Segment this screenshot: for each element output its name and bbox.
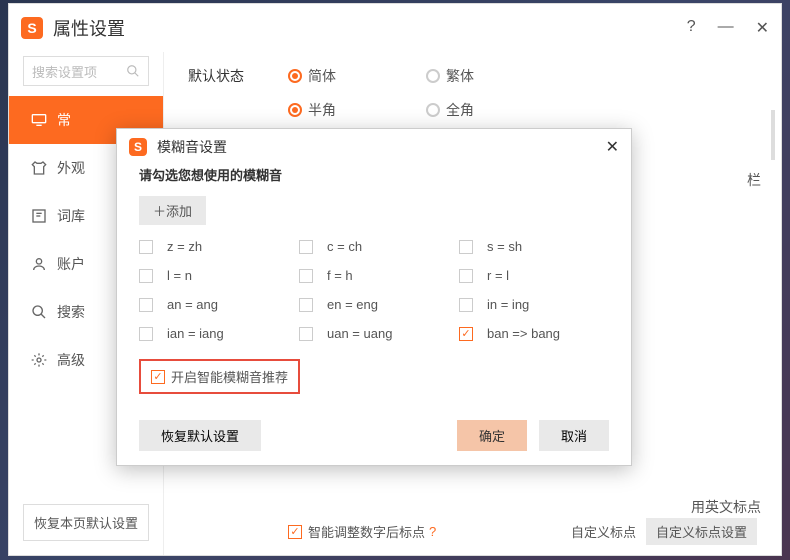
dialog-instruction: 请勾选您想使用的模糊音	[139, 165, 609, 184]
smart-recommend-checkbox[interactable]: ✓ 开启智能模糊音推荐	[139, 359, 300, 394]
fuzzy-item-label: l = n	[167, 268, 192, 283]
restore-defaults-button[interactable]: 恢复默认设置	[139, 420, 261, 451]
smart-recommend-label: 开启智能模糊音推荐	[171, 367, 288, 386]
fuzzy-item[interactable]: l = n	[139, 268, 289, 283]
dialog-close-button[interactable]: ✕	[606, 137, 619, 157]
radio-halfwidth[interactable]: 半角	[288, 100, 336, 120]
fuzzy-item-label: f = h	[327, 268, 353, 283]
fuzzy-pinyin-dialog: S 模糊音设置 ✕ 请勾选您想使用的模糊音 ＋添加 z = zh c = ch s …	[116, 128, 632, 466]
custom-punct-button[interactable]: 自定义标点设置	[646, 518, 757, 545]
language-bar-suffix: 栏	[747, 170, 761, 190]
titlebar: S 属性设置 ? — ✕	[9, 4, 781, 52]
search-input[interactable]: 搜索设置项	[23, 56, 149, 86]
checkbox-icon	[459, 269, 473, 283]
app-logo-icon: S	[21, 17, 43, 39]
fuzzy-grid: z = zh c = ch s = sh l = n f = h r = l an = an…	[139, 239, 609, 341]
fuzzy-item-label: ian = iang	[167, 326, 224, 341]
fuzzy-item-label: s = sh	[487, 239, 522, 254]
fuzzy-item[interactable]: r = l	[459, 268, 609, 283]
fuzzy-item-label: in = ing	[487, 297, 529, 312]
fuzzy-item[interactable]: z = zh	[139, 239, 289, 254]
sidebar-item-label: 搜索	[57, 302, 85, 322]
sidebar-item-label: 账户	[57, 254, 85, 274]
user-icon	[31, 256, 47, 272]
scrollbar[interactable]	[771, 110, 775, 160]
fuzzy-item-label: uan = uang	[327, 326, 392, 341]
checkbox-icon	[299, 240, 313, 254]
help-icon[interactable]: ?	[429, 524, 436, 539]
gear-icon	[31, 352, 47, 368]
checkbox-icon	[459, 240, 473, 254]
fuzzy-item[interactable]: ian = iang	[139, 326, 289, 341]
help-button[interactable]: ?	[687, 18, 696, 38]
dictionary-icon	[31, 208, 47, 224]
fuzzy-item-label: en = eng	[327, 297, 378, 312]
monitor-icon	[31, 112, 47, 128]
search-icon	[126, 64, 140, 78]
checkbox-icon	[299, 269, 313, 283]
sidebar-item-label: 常	[57, 110, 71, 130]
fuzzy-item-label: an = ang	[167, 297, 218, 312]
english-punct-suffix: 用英文标点	[691, 497, 761, 517]
shirt-icon	[31, 160, 47, 176]
checkbox-icon	[139, 327, 153, 341]
checkbox-icon	[139, 298, 153, 312]
fuzzy-item[interactable]: uan = uang	[299, 326, 449, 341]
ok-button[interactable]: 确定	[457, 420, 527, 451]
app-logo-icon: S	[129, 138, 147, 156]
checkbox-icon	[459, 298, 473, 312]
fuzzy-item[interactable]: en = eng	[299, 297, 449, 312]
checkbox-icon	[299, 327, 313, 341]
search-placeholder: 搜索设置项	[32, 62, 97, 81]
checkbox-icon	[299, 298, 313, 312]
radio-traditional[interactable]: 繁体	[426, 66, 474, 86]
search-icon	[31, 304, 47, 320]
fuzzy-item-label: r = l	[487, 268, 509, 283]
sidebar-item-label: 外观	[57, 158, 85, 178]
checkbox-icon: ✓	[459, 327, 473, 341]
fuzzy-item[interactable]: ✓ ban => bang	[459, 326, 609, 341]
fuzzy-item[interactable]: in = ing	[459, 297, 609, 312]
default-state-label: 默认状态	[188, 66, 288, 86]
fuzzy-item[interactable]: f = h	[299, 268, 449, 283]
sidebar-item-label: 高级	[57, 350, 85, 370]
custom-punct-label: 自定义标点	[571, 522, 636, 541]
dialog-title: 模糊音设置	[157, 137, 227, 157]
minimize-button[interactable]: —	[718, 18, 734, 38]
fuzzy-item-label: c = ch	[327, 239, 362, 254]
restore-page-defaults-button[interactable]: 恢复本页默认设置	[23, 504, 149, 541]
cancel-button[interactable]: 取消	[539, 420, 609, 451]
smart-adjust-checkbox[interactable]: ✓	[288, 525, 302, 539]
fuzzy-item[interactable]: s = sh	[459, 239, 609, 254]
smart-adjust-label: 智能调整数字后标点	[308, 522, 425, 541]
checkbox-icon	[139, 240, 153, 254]
fuzzy-item-label: z = zh	[167, 239, 202, 254]
checkbox-icon	[139, 269, 153, 283]
close-button[interactable]: ✕	[756, 18, 769, 38]
fuzzy-item-label: ban => bang	[487, 326, 560, 341]
window-title: 属性设置	[53, 15, 687, 41]
fuzzy-item[interactable]: an = ang	[139, 297, 289, 312]
add-fuzzy-button[interactable]: ＋添加	[139, 196, 206, 225]
fuzzy-item[interactable]: c = ch	[299, 239, 449, 254]
radio-fullwidth[interactable]: 全角	[426, 100, 474, 120]
radio-simplified[interactable]: 简体	[288, 66, 336, 86]
sidebar-item-label: 词库	[57, 206, 85, 226]
